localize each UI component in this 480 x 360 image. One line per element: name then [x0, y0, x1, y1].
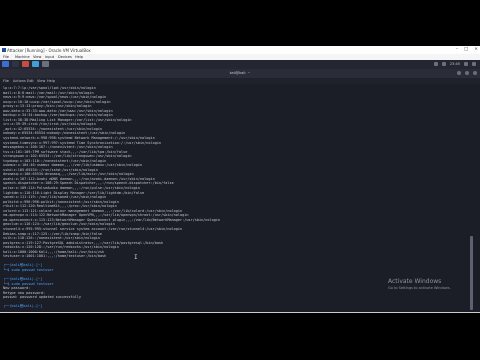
menu-machine[interactable]: Machine: [15, 55, 30, 59]
panel-clock[interactable]: 23:45: [450, 62, 460, 66]
terminal-menu-edit[interactable]: Edit: [27, 79, 34, 83]
terminal-title-bar: kali@kali: ~: [0, 69, 480, 78]
power-icon[interactable]: [472, 62, 476, 66]
terminal-output[interactable]: lp:x:7:7:lp:/var/spool/lpd:/usr/sbin/nol…: [3, 86, 465, 308]
virtualbox-icon: [2, 47, 6, 52]
terminal-menu-file[interactable]: File: [3, 79, 9, 83]
letterbox-top: [0, 0, 480, 46]
volume-icon[interactable]: [441, 62, 446, 66]
terminal-menu-help[interactable]: Help: [47, 79, 55, 83]
menu-help[interactable]: Help: [75, 55, 83, 59]
terminal-maximize-button[interactable]: [465, 71, 469, 75]
terminal-menu-actions[interactable]: Actions: [13, 79, 26, 83]
terminal-minimize-button[interactable]: [457, 71, 461, 75]
kali-top-panel: 23:45: [0, 60, 480, 69]
terminal-menu-view[interactable]: View: [37, 79, 45, 83]
maximize-button[interactable]: □: [464, 47, 468, 52]
network-icon[interactable]: [433, 62, 438, 66]
window-title: Attacker [Running] - Oracle VM VirtualBo…: [7, 47, 91, 53]
show-desktop-icon[interactable]: [12, 61, 19, 67]
terminal-scrollbar[interactable]: [470, 86, 473, 310]
guest-display[interactable]: 23:45 kali@kali: ~ File Actions Edit Vie…: [0, 60, 480, 312]
browser-icon[interactable]: [32, 61, 39, 67]
menu-input[interactable]: Input: [45, 55, 54, 59]
mouse-cursor-ibeam: I: [134, 254, 138, 261]
menu-devices[interactable]: Devices: [58, 55, 72, 59]
menu-file[interactable]: File: [3, 55, 9, 59]
menu-view[interactable]: View: [33, 55, 41, 59]
terminal-line: ┌──(kali㉿kali)-[~]: [3, 304, 43, 308]
kali-menu-icon[interactable]: [2, 61, 9, 67]
letterbox-bottom: [0, 313, 480, 360]
terminal-title: kali@kali: ~: [229, 71, 251, 75]
minimize-button[interactable]: –: [456, 47, 458, 52]
terminal-launcher-icon[interactable]: [42, 61, 49, 67]
scrollbar-thumb[interactable]: [470, 236, 473, 310]
file-manager-icon[interactable]: [22, 61, 29, 67]
activate-subtitle: Go to Settings to activate Windows.: [388, 286, 451, 290]
lock-icon[interactable]: [464, 62, 468, 66]
terminal-menu-bar: File Actions Edit View Help: [0, 78, 480, 84]
activate-windows-watermark: Activate Windows Go to Settings to activ…: [388, 278, 451, 290]
activate-title: Activate Windows: [388, 278, 442, 285]
close-button[interactable]: ×: [474, 47, 478, 52]
terminal-close-button[interactable]: [473, 71, 477, 75]
